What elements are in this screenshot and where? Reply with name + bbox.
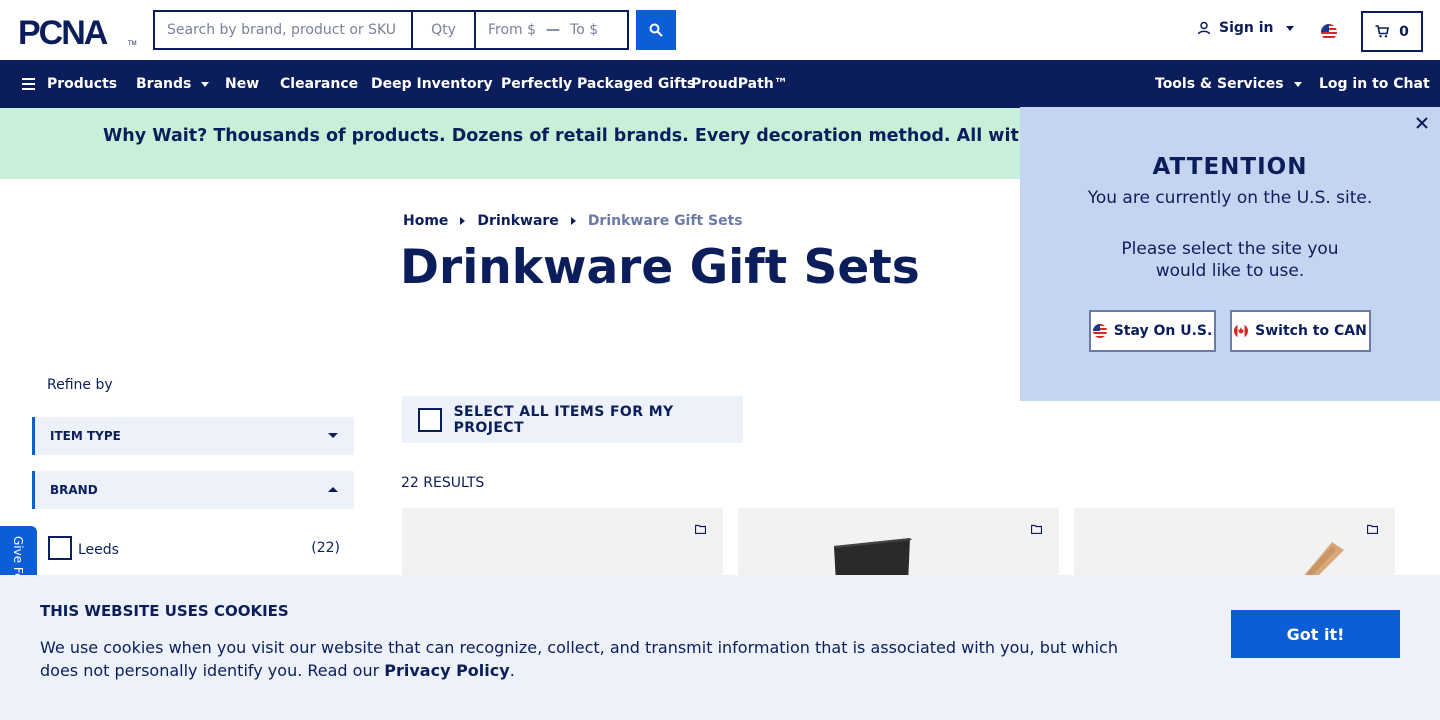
breadcrumb-home[interactable]: Home — [403, 213, 448, 229]
attention-message: You are currently on the U.S. site. — [1087, 188, 1373, 208]
page-title: Drinkware Gift Sets — [400, 240, 920, 295]
chevron-down-icon — [328, 433, 338, 438]
close-icon[interactable] — [1414, 115, 1430, 131]
brand-option-leeds[interactable]: Leeds (22) — [48, 536, 340, 560]
nav-products[interactable]: Products — [22, 60, 117, 108]
price-range-dash: — — [546, 22, 561, 38]
results-count: 22 RESULTS — [401, 475, 485, 491]
promo-text: Why Wait? Thousands of products. Dozens … — [103, 126, 1144, 146]
select-all-checkbox[interactable] — [418, 407, 442, 432]
canada-flag-icon — [1234, 324, 1249, 338]
search-button[interactable] — [636, 10, 676, 50]
price-range-input[interactable]: From $ — To $ — [474, 10, 629, 50]
nav-products-label: Products — [47, 76, 118, 92]
switch-can-button[interactable]: Switch to CAN — [1230, 310, 1371, 352]
nav-deep-inventory-label: Deep Inventory — [371, 76, 493, 92]
cookie-title: THIS WEBSITE USES COOKIES — [40, 602, 289, 620]
select-all-label: SELECT ALL ITEMS FOR MY PROJECT — [453, 403, 674, 436]
brand-option-count: (22) — [311, 540, 340, 556]
brand-checkbox[interactable] — [48, 536, 72, 560]
price-from-placeholder: From $ — [488, 22, 537, 38]
hamburger-icon — [22, 78, 35, 90]
cart-count: 0 — [1399, 23, 1409, 40]
nav-brands-label: Brands — [136, 76, 192, 92]
add-to-project-icon[interactable] — [695, 524, 706, 534]
chevron-right-icon — [570, 217, 576, 225]
search-placeholder: Search by brand, product or SKU — [167, 22, 397, 38]
product-image — [1302, 542, 1344, 578]
filter-item-type[interactable]: ITEM TYPE — [32, 417, 354, 455]
attention-title: ATTENTION — [1152, 154, 1308, 180]
nav-gifts-label: Perfectly Packaged Gifts — [501, 76, 696, 92]
privacy-policy-link[interactable]: Privacy Policy — [384, 661, 509, 680]
breadcrumb-drinkware[interactable]: Drinkware — [477, 213, 558, 229]
switch-can-label: Switch to CAN — [1255, 323, 1367, 339]
nav-chat-login[interactable]: Log in to Chat — [1319, 60, 1430, 108]
chevron-up-icon — [328, 487, 338, 492]
main-nav: Products Brands New Clearance Deep Inven… — [0, 60, 1440, 108]
svg-text:PCNA: PCNA — [18, 14, 108, 50]
nav-tools-label: Tools & Services — [1155, 76, 1284, 92]
attention-prompt: Please select the site you would like to… — [1121, 239, 1339, 281]
cookie-period: . — [509, 661, 515, 680]
nav-deep-inventory[interactable]: Deep Inventory — [371, 60, 493, 108]
search-input[interactable]: Search by brand, product or SKU — [153, 10, 411, 50]
qty-placeholder: Qty — [431, 22, 456, 38]
filter-label: BRAND — [50, 483, 98, 497]
nav-proudpath[interactable]: ProudPath™ — [691, 60, 788, 108]
breadcrumb-current: Drinkware Gift Sets — [587, 213, 743, 229]
cart-button[interactable]: 0 — [1361, 11, 1423, 52]
nav-new-label: New — [225, 76, 260, 92]
chevron-right-icon — [460, 217, 466, 225]
filter-label: ITEM TYPE — [50, 429, 121, 443]
nav-brands[interactable]: Brands — [136, 60, 210, 108]
refine-label: Refine by — [47, 377, 113, 393]
select-all-items[interactable]: SELECT ALL ITEMS FOR MY PROJECT — [402, 396, 743, 443]
sign-in-label: Sign in — [1219, 20, 1274, 36]
add-to-project-icon[interactable] — [1031, 524, 1042, 534]
us-flag-icon[interactable] — [1321, 24, 1337, 40]
brand-option-label: Leeds — [78, 542, 119, 558]
nav-chat-label: Log in to Chat — [1319, 76, 1430, 92]
nav-perfectly-packaged-gifts[interactable]: Perfectly Packaged Gifts — [501, 60, 695, 108]
price-to-placeholder: To $ — [570, 22, 599, 38]
user-icon — [1197, 21, 1211, 35]
search-bar: Search by brand, product or SKU Qty From… — [153, 10, 629, 50]
nav-tools-services[interactable]: Tools & Services — [1155, 60, 1302, 108]
got-it-button[interactable]: Got it! — [1231, 610, 1400, 658]
add-to-project-icon[interactable] — [1367, 524, 1378, 534]
top-bar: PCNA TM Search by brand, product or SKU … — [0, 0, 1440, 60]
chevron-down-icon — [201, 81, 210, 87]
cookie-text: We use cookies when you visit our websit… — [40, 638, 1118, 680]
nav-new[interactable]: New — [225, 60, 259, 108]
us-flag-icon — [1092, 324, 1107, 338]
cookie-message: We use cookies when you visit our websit… — [40, 636, 1150, 682]
nav-clearance[interactable]: Clearance — [280, 60, 358, 108]
chevron-down-icon — [1293, 81, 1302, 87]
pcna-logo[interactable]: PCNA TM — [18, 14, 138, 50]
search-icon — [649, 23, 663, 37]
breadcrumb: Home Drinkware Drinkware Gift Sets — [403, 213, 743, 229]
stay-us-button[interactable]: Stay On U.S. — [1089, 310, 1216, 352]
cart-icon — [1375, 25, 1390, 38]
chevron-down-icon — [1285, 25, 1294, 31]
svg-text:TM: TM — [128, 41, 137, 47]
nav-clearance-label: Clearance — [280, 76, 359, 92]
sign-in-menu[interactable]: Sign in — [1197, 20, 1294, 36]
filter-brand[interactable]: BRAND — [32, 471, 354, 509]
stay-us-label: Stay On U.S. — [1113, 323, 1213, 339]
qty-input[interactable]: Qty — [411, 10, 474, 50]
nav-proudpath-label: ProudPath™ — [691, 76, 788, 92]
site-select-popup: ATTENTION You are currently on the U.S. … — [1020, 107, 1440, 401]
cookie-banner: THIS WEBSITE USES COOKIES We use cookies… — [0, 575, 1440, 720]
